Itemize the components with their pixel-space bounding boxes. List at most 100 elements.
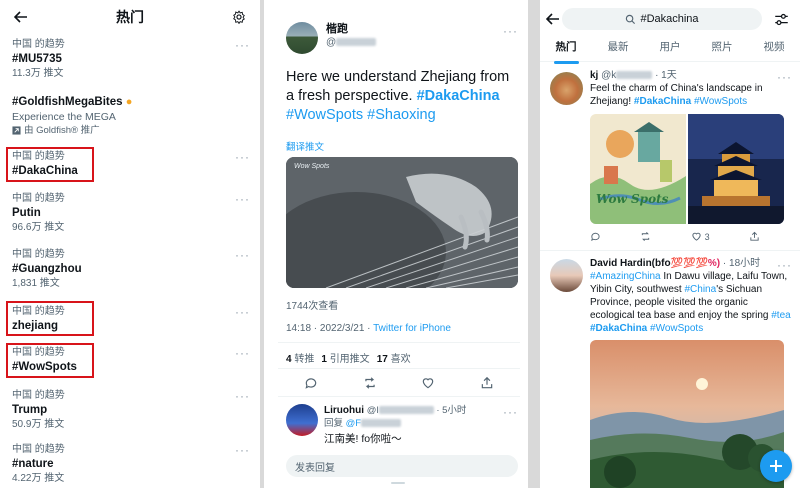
author-name-emoji: 💯💯💯%) [670, 258, 721, 269]
tab-photos[interactable]: 照片 [712, 36, 733, 61]
reply-icon[interactable] [304, 376, 318, 390]
page-title: 热门 [116, 9, 144, 25]
hashtag-link[interactable]: #DakaChina [590, 323, 647, 334]
trend-name-text: #GoldfishMegaBites [12, 96, 123, 108]
hashtag-link[interactable]: #tea [771, 310, 790, 321]
search-tabs: 热门 最新 用户 照片 视频 [540, 36, 800, 64]
client-link[interactable]: Twitter for iPhone [373, 323, 451, 334]
more-options-icon[interactable]: ··· [235, 389, 250, 403]
more-options-icon[interactable]: ··· [235, 150, 250, 164]
more-options-icon[interactable]: ··· [235, 305, 250, 319]
more-options-icon[interactable]: ··· [503, 24, 518, 38]
share-icon[interactable] [480, 376, 494, 390]
retweet-icon[interactable] [640, 231, 651, 242]
trend-context: 中国 的趋势 [12, 444, 65, 455]
hashtag-link[interactable]: #DakaChina [417, 88, 500, 104]
trend-name: #Guangzhou [12, 263, 82, 275]
more-options-icon[interactable]: ··· [503, 405, 518, 419]
tab-people[interactable]: 用户 [660, 36, 681, 61]
blurred-handle [361, 419, 402, 428]
hashtag-link[interactable]: #WowSpots [286, 107, 363, 123]
avatar[interactable] [550, 259, 583, 292]
reply-input[interactable]: 发表回复 [286, 455, 518, 477]
highlight-box-dakachina [6, 147, 94, 182]
hashtag-link[interactable]: #China [684, 284, 716, 295]
trend-item[interactable]: 中国 的趋势 #MU5735 11.3万 推文 ··· [12, 38, 252, 81]
retweet-label: 转推 [294, 354, 315, 365]
home-indicator [391, 482, 405, 484]
more-options-icon[interactable]: ··· [777, 70, 792, 84]
tweet-image-pagoda[interactable] [688, 114, 784, 224]
wowspots-logo-text: Wow Spots [596, 192, 669, 206]
share-icon[interactable] [749, 231, 760, 242]
replying-to: 回复 @F [324, 417, 519, 430]
tweet-header: David Hardin(bfo💯💯💯%) · 18小时 [590, 257, 795, 270]
timestamp-text: 14:18 · 2022/3/21 · [286, 323, 374, 334]
trend-item[interactable]: 中国 的趋势 #Guangzhou 1,831 推文 ··· [12, 248, 252, 291]
hashtag-link[interactable]: #WowSpots [650, 323, 703, 334]
retweet-icon[interactable] [363, 376, 377, 390]
tweet-video[interactable]: Wow Spots [286, 157, 518, 288]
like-count: 3 [704, 231, 710, 242]
trend-name: #MU5735 [12, 53, 62, 65]
search-result-tweet[interactable]: David Hardin(bfo💯💯💯%) · 18小时 #AmazingChi… [590, 257, 795, 335]
avatar[interactable] [286, 22, 318, 54]
retweet-num: 4 [286, 354, 292, 365]
back-arrow-icon[interactable] [12, 8, 30, 26]
compose-tweet-button[interactable] [760, 450, 792, 482]
trend-item[interactable]: 中国 的趋势 #nature 4.22万 推文 ··· [12, 443, 252, 486]
reply-to-handle[interactable]: @F [346, 418, 361, 429]
tea-hills-sunset-photo [590, 340, 784, 488]
tweet-text: Feel the charm of China's landscape in Z… [590, 82, 795, 108]
trend-name: #GoldfishMegaBites ● [12, 94, 252, 110]
author-handle-text: @ [326, 37, 337, 48]
back-arrow-icon[interactable] [544, 10, 562, 28]
tab-top[interactable]: 热门 [553, 36, 579, 64]
like-heart-icon[interactable] [421, 376, 435, 390]
translate-tweet-link[interactable]: 翻译推文 [286, 139, 324, 153]
more-options-icon[interactable]: ··· [235, 248, 250, 262]
tab-videos[interactable]: 视频 [764, 36, 785, 61]
tweet-image-wowspots[interactable]: Wow Spots [590, 114, 686, 224]
like-count[interactable]: 17 喜欢 [377, 350, 411, 365]
trend-item-promoted[interactable]: #GoldfishMegaBites ● Experience the MEGA… [12, 94, 252, 137]
author-handle: @ [326, 36, 377, 50]
author-name: David Hardin(bfo💯💯💯%) [590, 258, 720, 269]
more-options-icon[interactable]: ··· [235, 38, 250, 52]
hashtag-link[interactable]: #WowSpots [694, 96, 747, 107]
tweet-image-tea-landscape[interactable] [590, 340, 784, 488]
retweet-count[interactable]: 4 转推 [286, 350, 314, 365]
more-options-icon[interactable]: ··· [235, 443, 250, 457]
more-options-icon[interactable]: ··· [235, 192, 250, 206]
trend-item[interactable]: 中国 的趋势 Trump 50.9万 推文 ··· [12, 389, 252, 432]
highlight-box-wowspots [6, 343, 94, 378]
hashtag-link[interactable]: #AmazingChina [590, 271, 661, 282]
tweet-author[interactable]: 楷跑 @ [286, 22, 377, 54]
reply-tweet[interactable]: Liruohui @l · 5小时 回复 @F 江南美! fo你啦～ [324, 404, 519, 447]
more-options-icon[interactable]: ··· [777, 258, 792, 272]
more-options-icon[interactable]: ··· [235, 346, 250, 360]
hashtag-link[interactable]: #Shaoxing [367, 107, 436, 123]
blurred-handle [336, 38, 377, 47]
video-frame-zither [286, 157, 518, 288]
blurred-handle [616, 71, 653, 80]
reply-icon[interactable] [590, 231, 601, 242]
divider [540, 250, 800, 251]
hashtag-link[interactable]: #DakaChina [634, 96, 691, 107]
reply-avatar[interactable] [286, 404, 318, 436]
tweet-actions [304, 376, 494, 390]
tab-latest[interactable]: 最新 [608, 36, 629, 61]
settings-gear-icon[interactable] [230, 8, 248, 26]
search-result-tweet[interactable]: kj @k · 1天 Feel the charm of China's lan… [590, 69, 795, 108]
like-button[interactable]: 3 [691, 231, 710, 242]
avatar[interactable] [550, 72, 583, 105]
search-input[interactable]: #Dakachina [562, 8, 762, 30]
trend-item[interactable]: 中国 的趋势 Putin 96.6万 推文 ··· [12, 192, 252, 235]
blurred-handle [378, 406, 434, 415]
divider [278, 368, 520, 369]
filter-sliders-icon[interactable] [772, 10, 790, 28]
highlight-box-zhejiang [6, 301, 94, 336]
quote-num: 1 [321, 354, 327, 365]
author-name: kj [590, 70, 599, 81]
quote-count[interactable]: 1 引用推文 [321, 350, 369, 365]
